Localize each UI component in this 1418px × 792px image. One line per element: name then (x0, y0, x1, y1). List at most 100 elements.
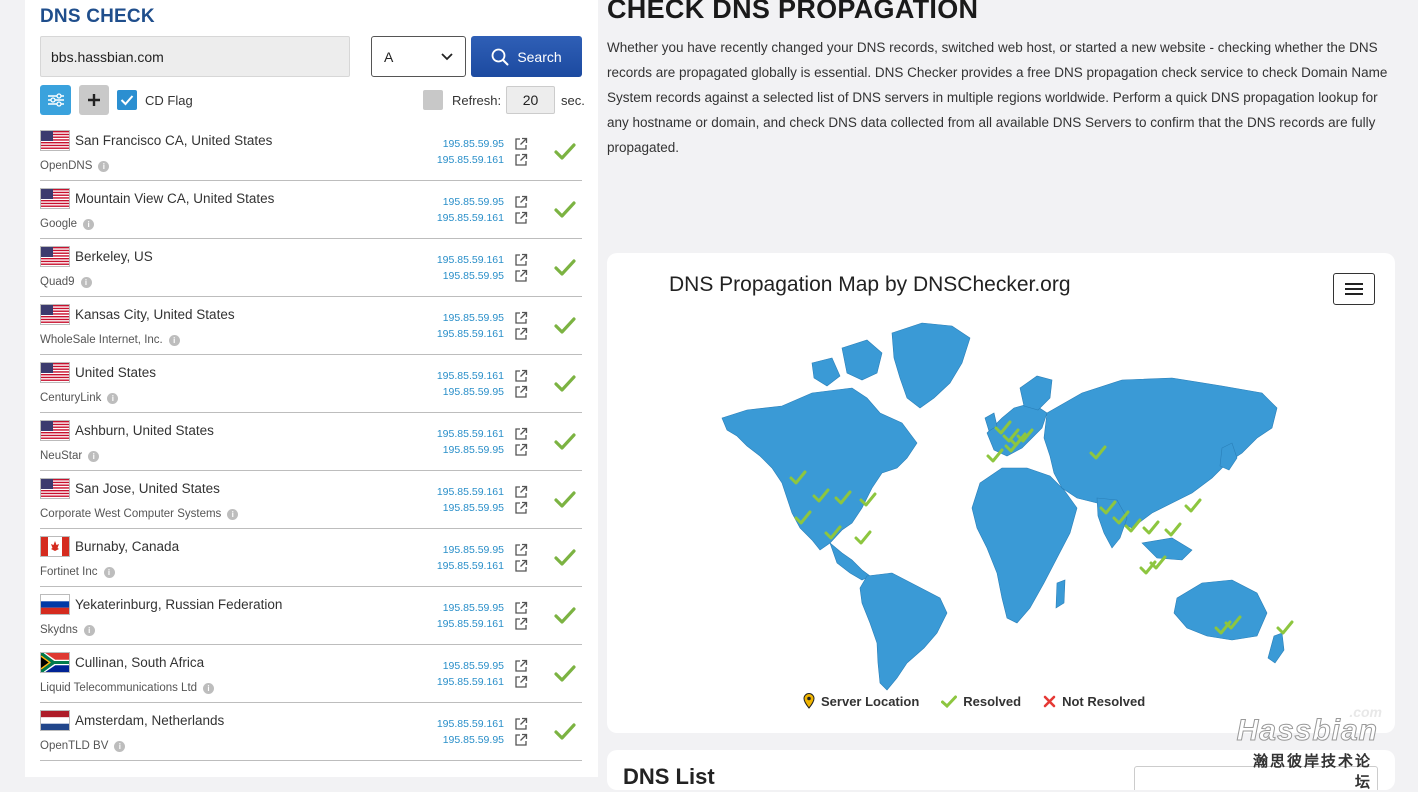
resolved-ip[interactable]: 195.85.59.161 (437, 718, 504, 730)
resolved-ip[interactable]: 195.85.59.95 (443, 386, 504, 398)
external-link-icon[interactable] (514, 443, 528, 457)
info-icon[interactable]: i (114, 740, 126, 752)
resolved-ip[interactable]: 195.85.59.161 (437, 212, 504, 224)
server-provider: OpenDNS i (40, 160, 110, 172)
external-link-icon[interactable] (514, 501, 528, 515)
cd-flag-checkbox[interactable] (117, 90, 137, 110)
server-location: Cullinan, South Africa (75, 655, 205, 670)
external-link-icon[interactable] (514, 195, 528, 209)
asia-shape (1043, 377, 1278, 529)
provider-name: CenturyLink (40, 392, 102, 404)
panel-title: DNS CHECK (40, 6, 155, 27)
server-location: Berkeley, US (75, 249, 153, 264)
refresh-unit-label: sec. (561, 93, 585, 108)
refresh-checkbox[interactable] (423, 90, 443, 110)
info-icon[interactable]: i (203, 682, 215, 694)
server-provider: Fortinet Inc i (40, 566, 115, 578)
external-link-icon[interactable] (514, 311, 528, 325)
resolved-ip[interactable]: 195.85.59.161 (437, 560, 504, 572)
external-link-icon[interactable] (514, 327, 528, 341)
info-icon[interactable]: i (103, 566, 115, 578)
filter-button[interactable] (40, 85, 71, 115)
server-provider: Quad9 i (40, 276, 92, 288)
provider-name: OpenDNS (40, 160, 93, 172)
resolved-ip[interactable]: 195.85.59.161 (437, 370, 504, 382)
info-icon[interactable]: i (227, 508, 239, 520)
map-menu-button[interactable] (1333, 273, 1375, 305)
record-type-select[interactable]: A (371, 36, 466, 77)
external-link-icon[interactable] (514, 717, 528, 731)
info-icon[interactable]: i (83, 624, 95, 636)
resolved-ip[interactable]: 195.85.59.95 (443, 312, 504, 324)
server-row: Berkeley, US Quad9 i 195.85.59.161 195.85.59… (40, 239, 582, 297)
external-link-icon[interactable] (514, 211, 528, 225)
resolved-ip[interactable]: 195.85.59.95 (443, 660, 504, 672)
flag-nl-icon (40, 710, 70, 731)
resolved-check-icon (554, 143, 576, 161)
resolved-ip[interactable]: 195.85.59.95 (443, 138, 504, 150)
info-icon[interactable]: i (168, 334, 180, 346)
resolved-ip[interactable]: 195.85.59.95 (443, 602, 504, 614)
resolved-ip[interactable]: 195.85.59.161 (437, 618, 504, 630)
external-link-icon[interactable] (514, 617, 528, 631)
external-link-icon[interactable] (514, 153, 528, 167)
resolved-check-icon (554, 433, 576, 451)
flag-us-icon (40, 478, 70, 499)
checkmark-icon (120, 95, 134, 106)
external-link-icon[interactable] (514, 733, 528, 747)
external-link-icon[interactable] (514, 427, 528, 441)
refresh-interval-input[interactable] (506, 86, 555, 114)
server-row: Kansas City, United States WholeSale Inte… (40, 297, 582, 355)
provider-name: Corporate West Computer Systems (40, 508, 222, 520)
resolved-marker (854, 530, 872, 545)
server-row: United States CenturyLink i 195.85.59.161 19… (40, 355, 582, 413)
resolved-ip[interactable]: 195.85.59.161 (437, 328, 504, 340)
external-link-icon[interactable] (514, 543, 528, 557)
external-link-icon[interactable] (514, 253, 528, 267)
resolved-ip[interactable]: 195.85.59.95 (443, 444, 504, 456)
resolved-ip[interactable]: 195.85.59.161 (437, 486, 504, 498)
resolved-ip[interactable]: 195.85.59.161 (437, 154, 504, 166)
flag-ru-icon (40, 594, 70, 615)
resolved-check-icon (554, 549, 576, 567)
legend-not-resolved-label: Not Resolved (1062, 693, 1146, 709)
server-row: San Jose, United States Corporate West Co… (40, 471, 582, 529)
info-icon[interactable]: i (88, 450, 100, 462)
external-link-icon[interactable] (514, 369, 528, 383)
resolved-ip[interactable]: 195.85.59.161 (437, 254, 504, 266)
resolved-ip[interactable]: 195.85.59.95 (443, 544, 504, 556)
info-icon[interactable]: i (107, 392, 119, 404)
external-link-icon[interactable] (514, 559, 528, 573)
external-link-icon[interactable] (514, 269, 528, 283)
info-icon[interactable]: i (98, 160, 110, 172)
resolved-ip[interactable]: 195.85.59.95 (443, 502, 504, 514)
external-link-icon[interactable] (514, 675, 528, 689)
resolved-check-icon (554, 317, 576, 335)
resolved-ip[interactable]: 195.85.59.161 (437, 676, 504, 688)
flag-us-icon (40, 130, 70, 151)
resolved-check-icon (554, 375, 576, 393)
external-link-icon[interactable] (514, 385, 528, 399)
info-icon[interactable]: i (80, 276, 92, 288)
dns-check-panel: DNS CHECK A Search (25, 0, 598, 777)
map-legend: Server Location Resolved Not Resolved (803, 693, 1145, 709)
legend-resolved-label: Resolved (963, 693, 1022, 709)
record-type-value: A (384, 48, 394, 65)
search-button[interactable]: Search (471, 36, 582, 77)
legend-not-resolved: Not Resolved (1043, 693, 1145, 709)
watermark: .com Hassbian 瀚思彼岸技术论坛 (1236, 704, 1400, 791)
external-link-icon[interactable] (514, 601, 528, 615)
server-provider: OpenTLD BV i (40, 740, 126, 752)
domain-input[interactable] (40, 36, 350, 77)
resolved-ip[interactable]: 195.85.59.95 (443, 270, 504, 282)
external-link-icon[interactable] (514, 485, 528, 499)
server-provider: Google i (40, 218, 95, 230)
add-server-button[interactable] (79, 85, 109, 115)
info-icon[interactable]: i (83, 218, 95, 230)
resolved-ip[interactable]: 195.85.59.95 (443, 734, 504, 746)
external-link-icon[interactable] (514, 137, 528, 151)
resolved-ip[interactable]: 195.85.59.161 (437, 428, 504, 440)
resolved-ip[interactable]: 195.85.59.95 (443, 196, 504, 208)
refresh-label: Refresh: (452, 93, 502, 108)
external-link-icon[interactable] (514, 659, 528, 673)
